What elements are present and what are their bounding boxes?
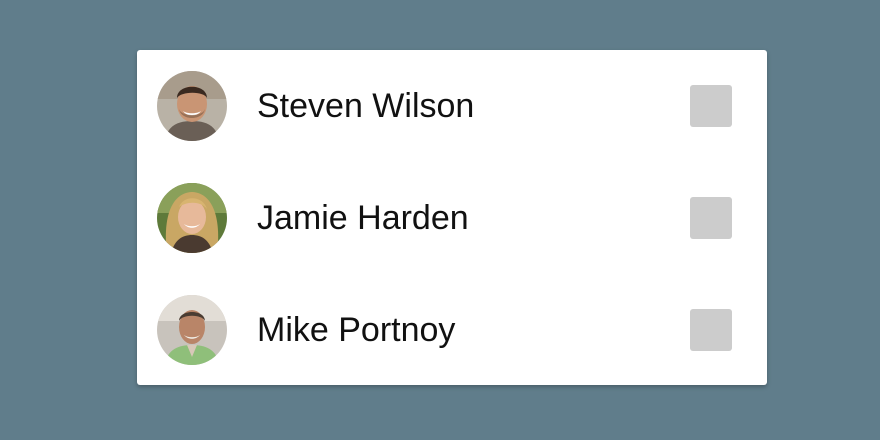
select-checkbox[interactable] xyxy=(690,85,732,127)
avatar xyxy=(157,295,227,365)
contact-name: Mike Portnoy xyxy=(257,311,456,349)
contact-row: Steven Wilson xyxy=(137,50,767,162)
person-avatar-icon xyxy=(157,183,227,253)
person-avatar-icon xyxy=(157,71,227,141)
contact-row: Jamie Harden xyxy=(137,162,767,274)
contact-name: Jamie Harden xyxy=(257,199,469,237)
select-checkbox[interactable] xyxy=(690,309,732,351)
avatar xyxy=(157,183,227,253)
contact-name: Steven Wilson xyxy=(257,87,475,125)
select-checkbox[interactable] xyxy=(690,197,732,239)
person-avatar-icon xyxy=(157,295,227,365)
avatar xyxy=(157,71,227,141)
contact-row: Mike Portnoy xyxy=(137,274,767,386)
contact-list-card: Steven Wilson Jamie Harden Mike Portnoy xyxy=(137,50,767,385)
